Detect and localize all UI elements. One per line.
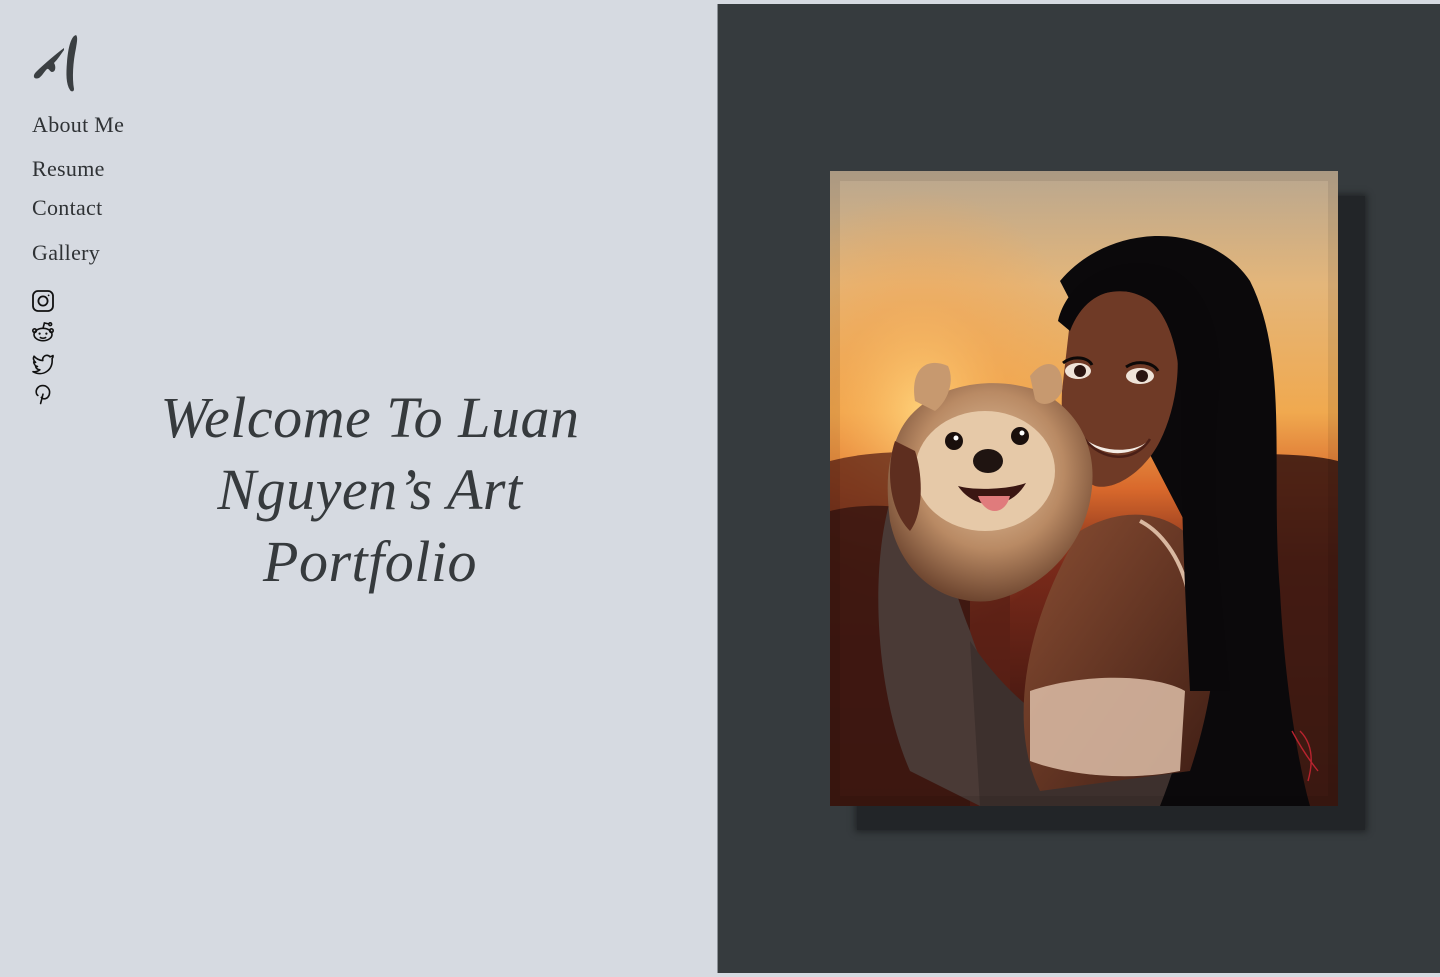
brush-logo-icon[interactable] bbox=[30, 32, 82, 94]
hero-title: Welcome To Luan Nguyen’s Art Portfolio bbox=[160, 385, 580, 594]
nav-resume[interactable]: Resume bbox=[32, 156, 105, 182]
nav-about-me[interactable]: About Me bbox=[32, 112, 124, 138]
nav-gallery[interactable]: Gallery bbox=[32, 240, 100, 266]
portrait-painting-image bbox=[830, 171, 1338, 806]
pinterest-icon[interactable] bbox=[31, 382, 55, 406]
instagram-icon[interactable] bbox=[31, 289, 55, 313]
page: About Me Resume Contact Gallery Welcome … bbox=[0, 0, 1440, 977]
reddit-icon[interactable] bbox=[31, 320, 55, 344]
twitter-icon[interactable] bbox=[31, 351, 55, 375]
nav-contact[interactable]: Contact bbox=[32, 195, 103, 221]
featured-artwork[interactable] bbox=[830, 171, 1338, 806]
